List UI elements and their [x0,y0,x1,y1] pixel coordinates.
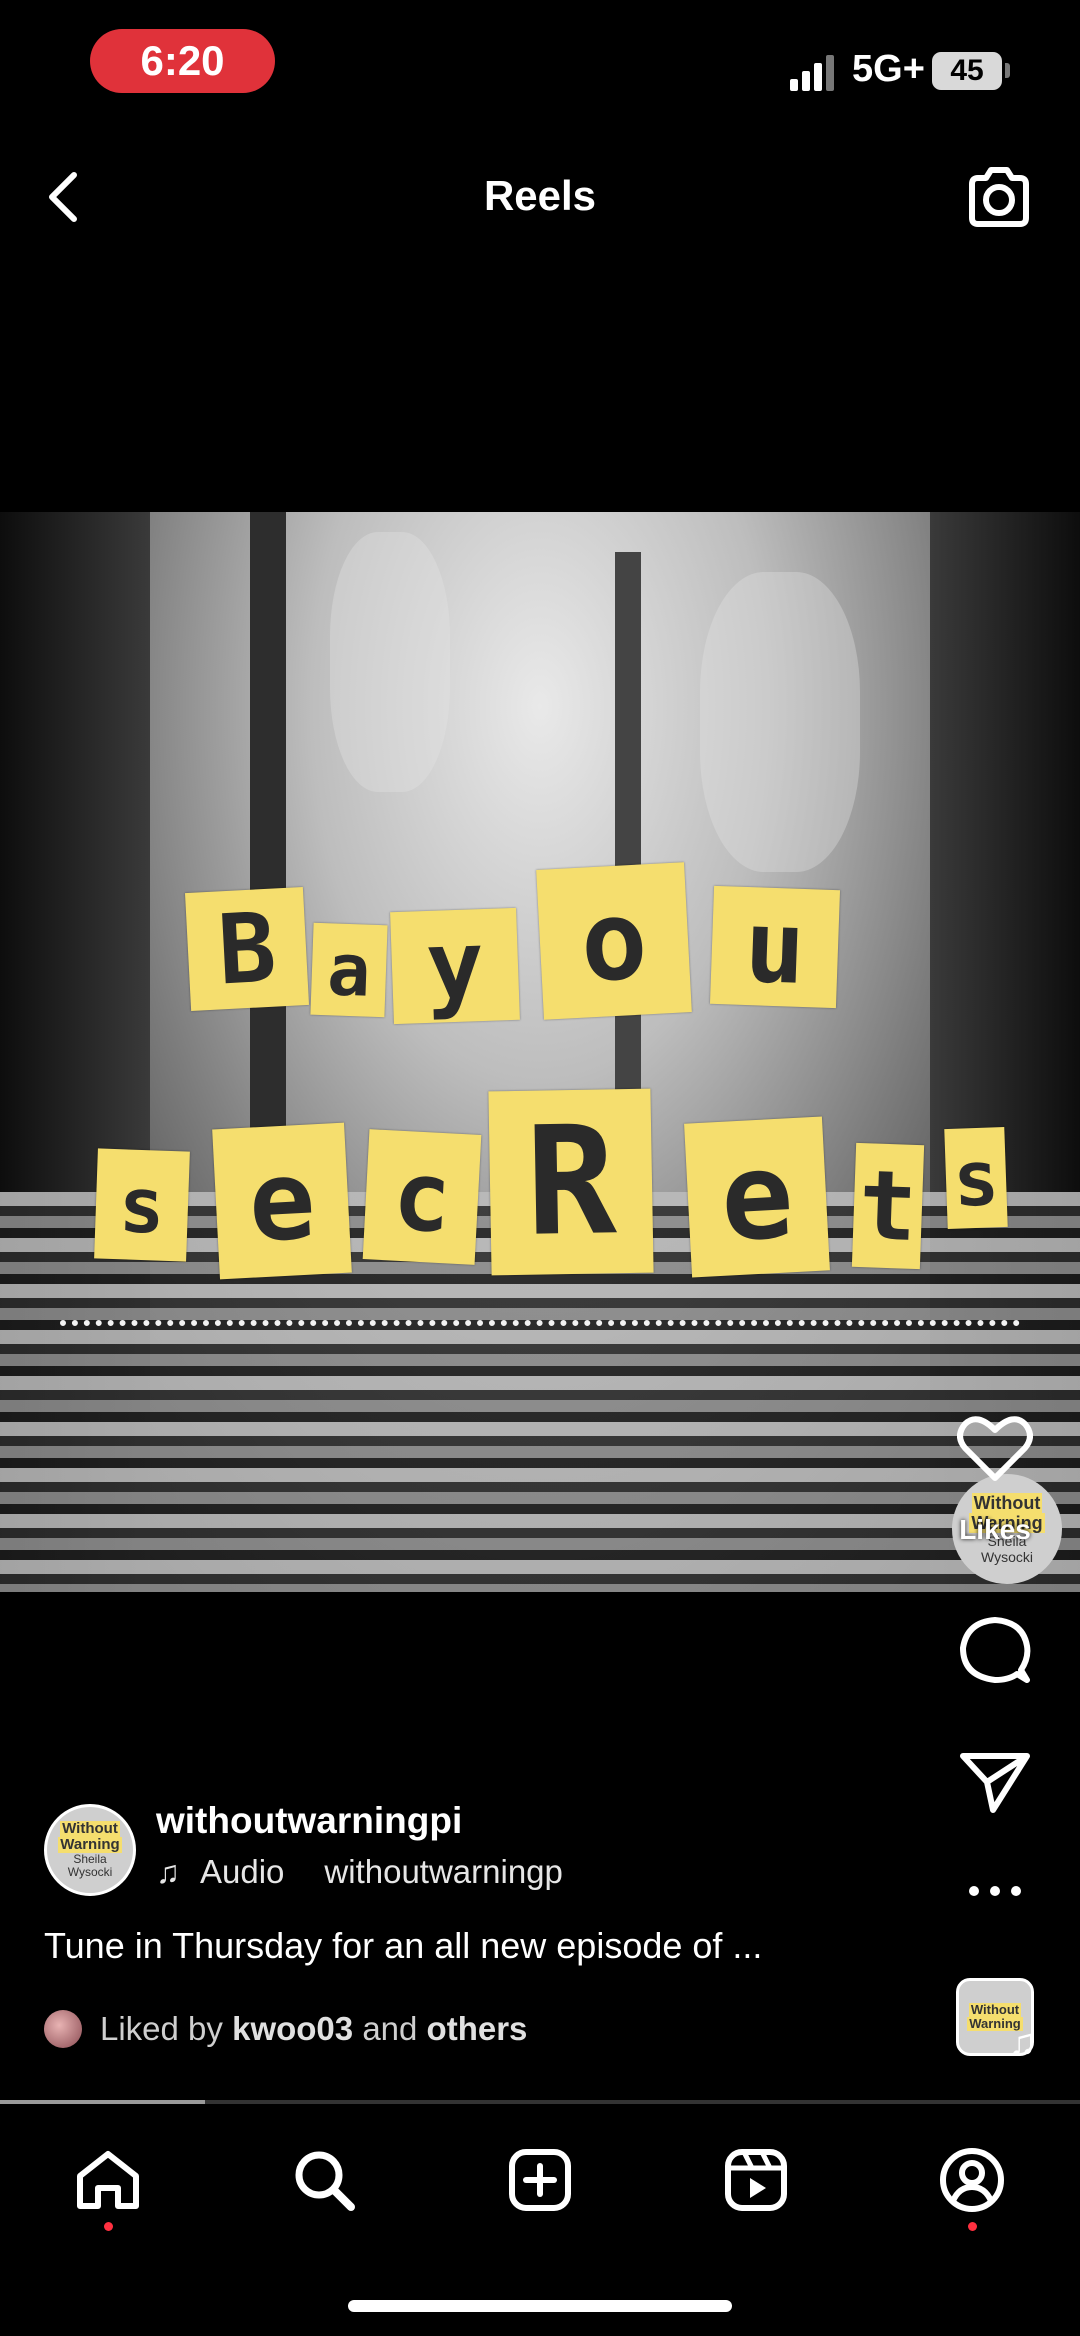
battery-tip [1005,63,1010,78]
battery-icon: 45 [932,52,1002,90]
audio-label: Audio [200,1853,285,1890]
battery-level: 45 [950,54,984,87]
liked-by-others[interactable]: others [427,2010,528,2048]
liked-by-prefix: Liked by [100,2010,223,2047]
title-tile: o [536,862,692,1020]
nav-create[interactable] [500,2140,580,2220]
reel-video[interactable]: B a y o u s e c R e t s [0,512,1080,1592]
nav-profile[interactable] [932,2140,1012,2220]
likes-label: Likes [959,1514,1031,1545]
title-tile: c [362,1129,482,1265]
page-title: Reels [483,172,597,219]
heart-icon [957,1416,1033,1481]
title-tile: s [944,1126,1008,1230]
more-icon [969,1886,1021,1896]
liker-avatar [44,2010,82,2048]
home-icon [77,2151,139,2209]
moss [330,532,450,792]
liked-by-user[interactable]: kwoo03 [232,2010,353,2048]
nav-reels[interactable] [716,2140,796,2220]
audio-owner: withoutwarningp [324,1853,563,1890]
liked-by-and: and [362,2010,418,2047]
moss [700,572,860,872]
home-indicator [348,2300,732,2312]
username[interactable]: withoutwarningpi [156,1800,462,1842]
reels-icon [725,2149,787,2211]
title-tile: B [184,886,310,1012]
caption[interactable]: Tune in Thursday for an all new episode … [44,1925,944,1967]
title-tile: y [390,907,520,1025]
liked-by-row[interactable]: Liked by kwoo03 and others [44,2010,527,2048]
nav-home[interactable] [68,2140,148,2220]
title-tile: e [212,1122,352,1280]
comment-icon [960,1617,1031,1683]
title-tile: t [851,1142,925,1270]
comment-button[interactable] [955,1612,1035,1688]
status-bar: 6:20 5G+ 45 [0,0,1080,120]
reels-screen: 6:20 5G+ 45 Reels B a y o u s e c R e t … [0,0,1080,2336]
send-icon [960,1753,1030,1813]
title-tile: e [684,1116,830,1278]
create-icon [509,2149,571,2211]
share-button[interactable] [955,1748,1035,1816]
title-tile: R [488,1088,654,1276]
notification-dot [968,2222,977,2231]
like-button[interactable] [955,1414,1035,1484]
title-tile: s [94,1148,190,1262]
dotted-line [60,1320,1020,1326]
tree-trunk [250,512,286,1212]
status-time: 6:20 [90,29,275,93]
music-note-icon: ♫ [1008,2022,1037,2064]
more-options-button[interactable] [955,1884,1035,1898]
signal-icon [790,55,834,91]
profile-icon [940,2148,1004,2212]
avatar[interactable]: Without Warning Sheila Wysocki [44,1804,136,1896]
title-tile: u [709,885,841,1009]
audio-row[interactable]: ♫ Audio withoutwarningp [156,1853,584,1891]
camera-icon[interactable] [962,160,1036,234]
title-tile: a [310,922,388,1018]
notification-dot [104,2222,113,2231]
nav-search[interactable] [284,2140,364,2220]
network-type: 5G+ [852,48,925,90]
search-icon [295,2151,355,2211]
music-note-icon: ♫ [156,1853,180,1890]
